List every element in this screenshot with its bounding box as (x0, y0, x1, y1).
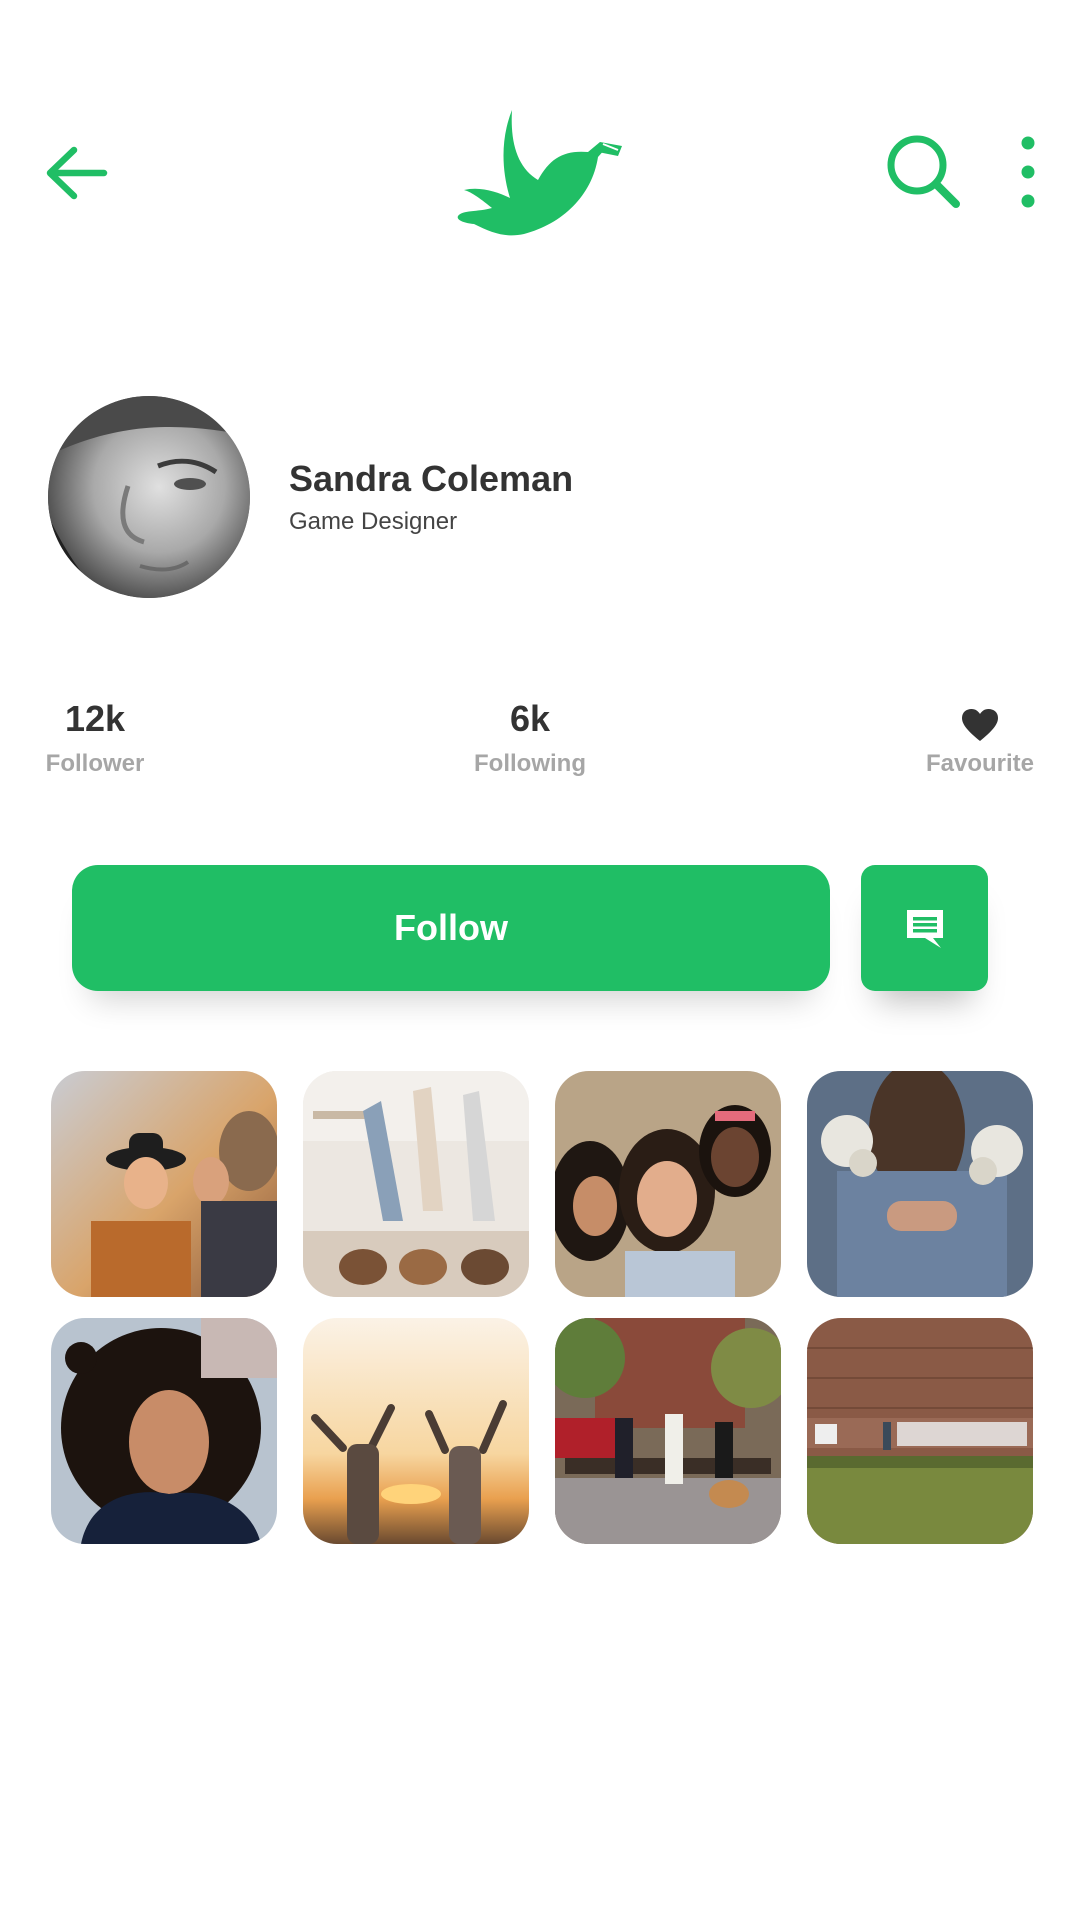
sunset-celebration-photo[interactable] (303, 1318, 529, 1544)
following-label: Following (474, 750, 586, 777)
profile-role: Game Designer (289, 508, 458, 535)
stat-favourite[interactable]: Favourite (870, 696, 1080, 778)
search-button[interactable] (884, 132, 964, 212)
more-options-button[interactable] (1008, 130, 1048, 214)
message-icon (906, 910, 943, 948)
stat-following[interactable]: 6k Following (420, 696, 640, 778)
favourite-label: Favourite (925, 750, 1035, 777)
dove-logo-icon (457, 110, 622, 236)
stat-followers[interactable]: 12k Follower (0, 696, 205, 778)
arrow-left-icon (46, 146, 108, 200)
followers-count: 12k (64, 698, 126, 739)
more-vertical-icon (1021, 136, 1035, 208)
brick-wall-mural-photo[interactable] (807, 1318, 1033, 1544)
app-logo (452, 100, 642, 240)
back-button[interactable] (40, 140, 110, 210)
follow-button[interactable]: Follow (72, 865, 830, 991)
avatar-portrait (48, 396, 250, 598)
message-button[interactable] (861, 865, 988, 991)
heart-icon (962, 709, 998, 741)
followers-label: Follower (45, 750, 145, 777)
flowers-embrace-photo[interactable] (807, 1071, 1033, 1297)
avatar[interactable] (48, 396, 250, 598)
bench-group-dog-photo[interactable] (555, 1318, 781, 1544)
profile-name: Sandra Coleman (289, 458, 574, 499)
three-women-selfie-photo[interactable] (555, 1071, 781, 1297)
curly-hair-portrait-photo[interactable] (51, 1318, 277, 1544)
women-lying-bed-photo[interactable] (303, 1071, 529, 1297)
following-count: 6k (509, 698, 551, 739)
search-icon (887, 135, 960, 208)
friends-laughing-photo[interactable] (51, 1071, 277, 1297)
